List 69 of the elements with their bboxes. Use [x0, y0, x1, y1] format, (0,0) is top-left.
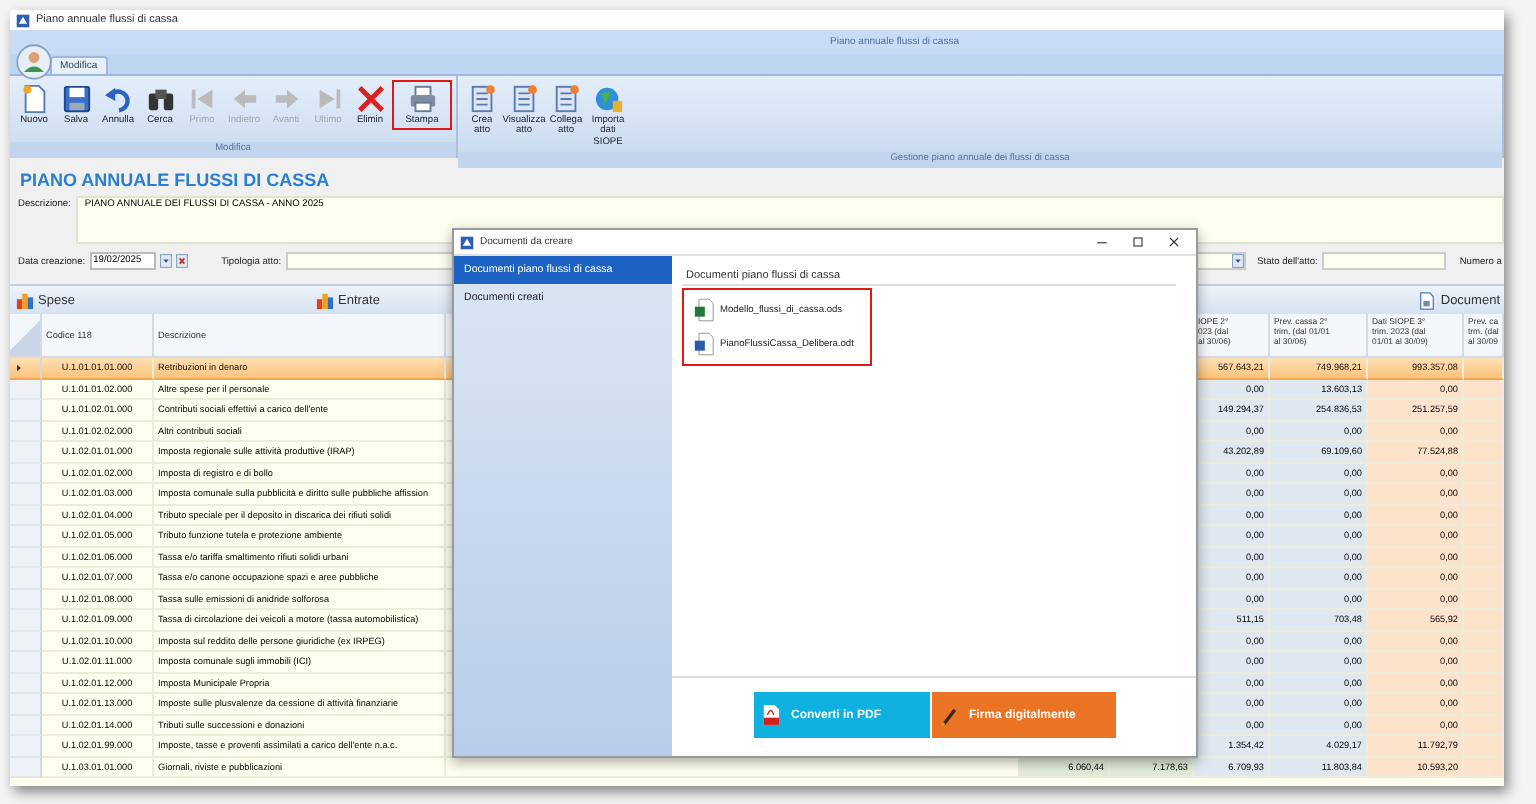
row-header[interactable] — [10, 505, 42, 526]
table-cell — [1464, 484, 1504, 505]
row-header[interactable] — [10, 736, 42, 757]
bar-chart-icon — [316, 291, 334, 309]
table-cell — [1464, 736, 1504, 757]
table-cell — [1464, 652, 1504, 673]
row-header[interactable] — [10, 631, 42, 652]
delete-cross-icon — [355, 84, 385, 114]
document-icon — [509, 84, 539, 114]
row-header[interactable] — [10, 568, 42, 589]
maximize-icon[interactable] — [1130, 234, 1146, 250]
table-cell — [1464, 463, 1504, 484]
printer-icon — [407, 84, 437, 114]
grid-corner[interactable] — [10, 314, 42, 358]
table-cell — [1464, 442, 1504, 463]
table-cell — [1464, 526, 1504, 547]
table-cell — [1464, 631, 1504, 652]
spreadsheet-file-icon — [694, 298, 714, 322]
table-cell — [1464, 589, 1504, 610]
bar-chart-icon — [16, 291, 34, 309]
globe-icon — [593, 84, 623, 114]
pen-icon — [939, 704, 957, 726]
document-icon — [467, 84, 497, 114]
row-header[interactable] — [10, 652, 42, 673]
table-cell — [1464, 358, 1504, 379]
table-cell — [1464, 673, 1504, 694]
table-cell — [1464, 379, 1504, 400]
state-field[interactable] — [1321, 252, 1446, 270]
table-cell — [1464, 421, 1504, 442]
app-logo-icon — [460, 235, 474, 249]
left-arrow-icon — [229, 84, 259, 114]
row-header[interactable] — [10, 589, 42, 610]
undo-icon — [103, 84, 133, 114]
first-arrow-icon — [187, 84, 217, 114]
document-icon — [551, 84, 581, 114]
new-document-icon — [19, 84, 49, 114]
document-icon — [1418, 291, 1437, 309]
right-arrow-icon — [271, 84, 301, 114]
row-header[interactable] — [10, 610, 42, 631]
dropdown-icon[interactable] — [159, 254, 172, 268]
table-cell — [1464, 694, 1504, 715]
row-header[interactable] — [10, 526, 42, 547]
row-header[interactable] — [10, 694, 42, 715]
row-header[interactable] — [10, 442, 42, 463]
row-header[interactable] — [10, 379, 42, 400]
dropdown-icon[interactable] — [1231, 254, 1244, 268]
row-pointer-icon — [16, 363, 22, 372]
row-header[interactable] — [10, 757, 42, 778]
row-header[interactable] — [10, 421, 42, 442]
text-file-icon — [694, 332, 714, 356]
page-title: PIANO ANNUALE FLUSSI DI CASSA — [18, 168, 332, 194]
row-header[interactable] — [10, 715, 42, 736]
row-header[interactable] — [10, 484, 42, 505]
table-cell — [1464, 568, 1504, 589]
table-cell — [1464, 757, 1504, 778]
row-header[interactable] — [10, 547, 42, 568]
binoculars-icon — [145, 84, 175, 114]
close-icon[interactable] — [1166, 234, 1182, 250]
table-cell — [1464, 505, 1504, 526]
row-header[interactable] — [10, 358, 42, 379]
row-header[interactable] — [10, 400, 42, 421]
clear-icon[interactable] — [175, 254, 188, 268]
row-header[interactable] — [10, 463, 42, 484]
table-cell — [1464, 715, 1504, 736]
table-cell — [1464, 610, 1504, 631]
pdf-file-icon — [761, 704, 779, 726]
table-cell — [1464, 400, 1504, 421]
row-header[interactable] — [10, 673, 42, 694]
table-cell — [1464, 547, 1504, 568]
